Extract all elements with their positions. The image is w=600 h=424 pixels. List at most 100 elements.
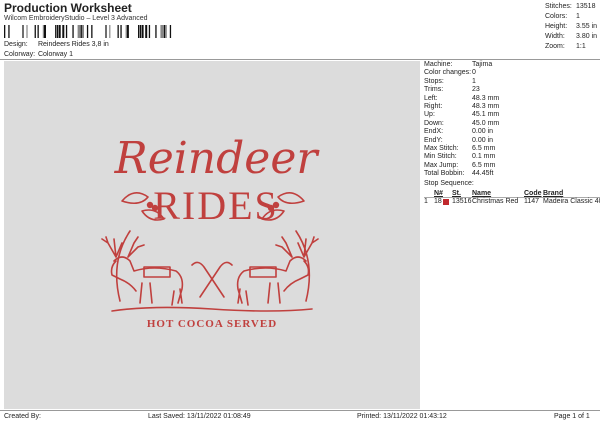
colorway-meta: Colorway: Colorway 1: [4, 51, 73, 58]
col-name: Name: [472, 189, 492, 197]
barcode-bar: [80, 25, 81, 38]
details-panel: Machine: Tajima Color changes:0 Stops: 1 Trim…: [424, 61, 600, 207]
row-code: 1147: [524, 197, 540, 205]
col-n: N#: [434, 189, 443, 197]
barcode-bar: [42, 25, 44, 38]
barcode-bar: [117, 25, 119, 38]
detail-value: 0.00 in: [472, 136, 494, 144]
summary-stats: Stitches: 13518 Colors: 1 Height: 3.55 in W…: [545, 2, 597, 52]
barcode-bar: [62, 25, 65, 38]
stat-label: Width:: [545, 33, 565, 40]
barcode-bar: [26, 25, 28, 38]
detail-value: 48.3 mm: [472, 94, 500, 102]
detail-value: 6.5 mm: [472, 144, 496, 152]
row-brand: Madeira Classic 40: [543, 197, 600, 205]
stat-value: 1:1: [576, 43, 586, 50]
barcode-bar: [77, 25, 79, 38]
barcode: [4, 25, 172, 38]
stat-value: 13518: [576, 3, 596, 10]
footer-divider: [0, 410, 600, 411]
barcode-bar: [162, 25, 164, 38]
detail-row: EndY: 0.00 in: [424, 137, 600, 145]
stat-row: Height: 3.55 in: [545, 22, 597, 32]
detail-label: Right:: [424, 102, 443, 110]
colorway-name: Colorway 1: [37, 51, 73, 58]
detail-value: Tajima: [472, 61, 493, 68]
page-title: Production Worksheet: [4, 1, 132, 15]
detail-row: Stops: 1: [424, 78, 600, 86]
detail-label: EndX:: [424, 128, 444, 136]
stat-row: Stitches: 13518: [545, 2, 597, 12]
barcode-bar: [37, 25, 39, 38]
barcode-bar: [44, 25, 46, 38]
detail-row: Max Jump: 6.5 mm: [424, 162, 600, 170]
barcode-bar: [55, 25, 57, 38]
stop-sequence-header: N# St. Name Code Brand: [424, 190, 600, 198]
barcode-bar: [65, 25, 68, 38]
barcode-bar: [141, 25, 144, 38]
detail-label: Stops:: [424, 77, 444, 85]
barcode-bar: [58, 25, 61, 38]
barcode-bar: [23, 25, 24, 38]
col-brand: Brand: [543, 189, 564, 197]
reindeer-right-icon: [236, 236, 319, 306]
barcode-bar: [8, 25, 10, 38]
stat-label: Height:: [545, 23, 568, 30]
barcode-bar: [160, 25, 162, 38]
detail-value: 0.1 mm: [472, 153, 496, 161]
detail-row: Max Stitch: 6.5 mm: [424, 145, 600, 153]
row-st: 13516: [452, 197, 472, 205]
col-code: Code: [524, 189, 542, 197]
detail-value: 0: [472, 69, 476, 77]
barcode-bar: [22, 25, 23, 38]
barcode-bar: [86, 25, 89, 38]
detail-row: Left: 48.3 mm: [424, 95, 600, 103]
barcode-bar: [148, 25, 151, 38]
design-line-3: HOT COCOA SERVED: [147, 318, 277, 330]
detail-label: Down:: [424, 119, 444, 127]
detail-row: Up: 45.1 mm: [424, 111, 600, 119]
detail-row: Trims: 23: [424, 86, 600, 94]
barcode-bar: [126, 25, 129, 38]
detail-value: 48.3 mm: [472, 102, 500, 110]
detail-label: Max Jump:: [424, 161, 459, 169]
detail-row: Color changes:0: [424, 69, 600, 77]
detail-value: 45.1 mm: [472, 111, 500, 119]
header-divider: [0, 59, 600, 60]
footer-page: Page 1 of 1: [554, 413, 590, 420]
barcode-bar: [120, 25, 122, 38]
barcode-bar: [109, 25, 111, 38]
detail-label: Trims:: [424, 86, 444, 94]
detail-row: Right: 48.3 mm: [424, 103, 600, 111]
detail-value: 45.0 mm: [472, 119, 500, 127]
barcode-bar: [138, 25, 140, 38]
barcode-bar: [81, 25, 83, 38]
reindeer-left-icon: [101, 236, 184, 306]
row-n: 18: [434, 197, 442, 205]
stat-row: Zoom: 1:1: [545, 42, 597, 52]
barcode-bar: [155, 25, 157, 38]
detail-row: EndX: 0.00 in: [424, 128, 600, 136]
footer-last-saved: Last Saved: 13/11/2022 01:08:49: [148, 413, 251, 420]
barcode-bar: [139, 25, 142, 38]
detail-row: Total Bobbin: 44.45ft: [424, 170, 600, 178]
barcode-bar: [169, 25, 172, 38]
detail-value: 44.45ft: [472, 170, 494, 178]
detail-value: 1: [472, 77, 476, 85]
detail-value: 23: [472, 86, 480, 94]
stat-value: 3.80 in: [576, 33, 598, 40]
design-line-1: Reindeer: [114, 133, 321, 184]
frame-left: [115, 230, 131, 302]
design-label: Design:: [4, 41, 28, 48]
barcode-bar: [145, 25, 148, 38]
barcode-bar: [91, 25, 93, 38]
stat-label: Stitches:: [545, 3, 572, 10]
row-name: Christmas Red: [472, 197, 519, 205]
barcode-bar: [72, 25, 74, 38]
detail-label: Machine:: [424, 61, 453, 68]
detail-row: Min Stitch: 0.1 mm: [424, 153, 600, 161]
barcode-bar: [161, 25, 163, 38]
barcode-bar: [105, 25, 106, 38]
barcode-bar: [165, 25, 167, 38]
stop-sequence-label: Stop Sequence:: [424, 180, 474, 188]
